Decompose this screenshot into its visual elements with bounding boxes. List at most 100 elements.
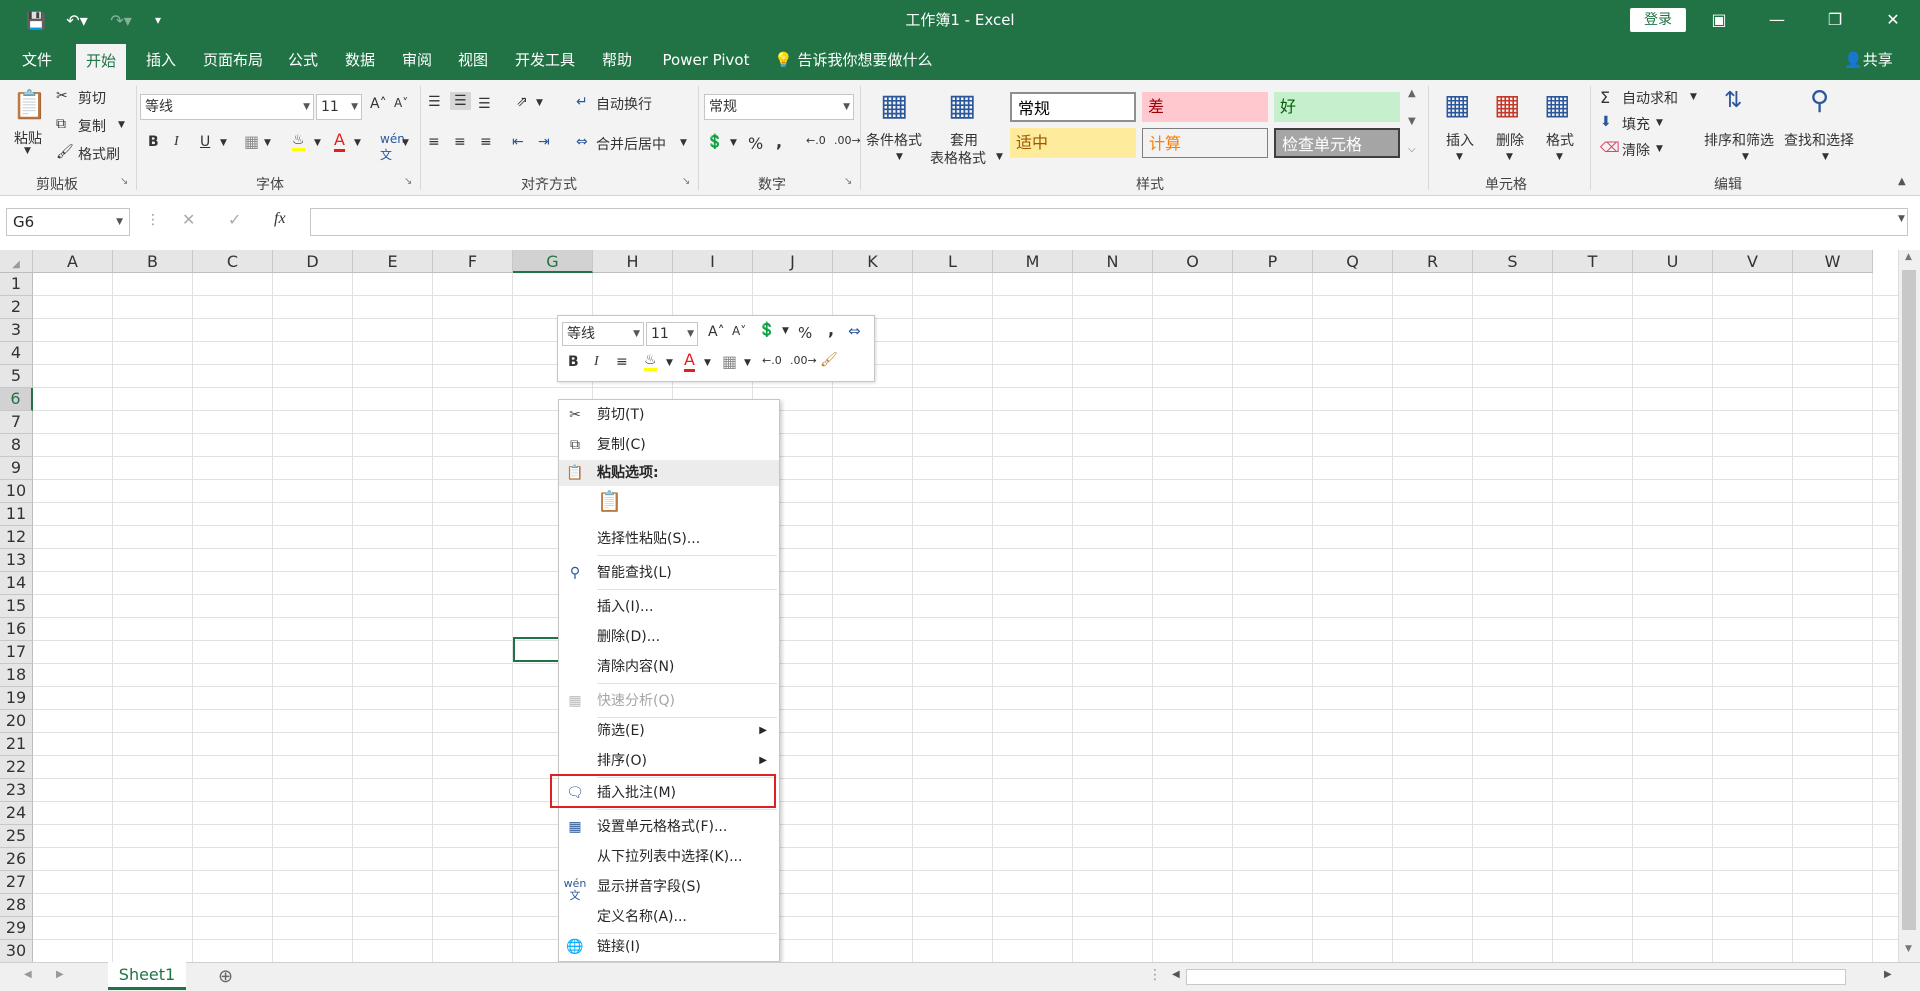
clipboard-launcher-icon[interactable]: ↘ — [120, 176, 128, 187]
ribbon-display-options-icon[interactable]: ▣ — [1696, 0, 1742, 40]
cell-style-check-cell[interactable]: 检查单元格 — [1274, 128, 1400, 158]
increase-font-icon[interactable]: A˄ — [708, 324, 725, 340]
menu-item-sort[interactable]: 排序(O) ▶ — [559, 748, 779, 774]
column-header-I[interactable]: I — [673, 250, 753, 273]
increase-indent-icon[interactable]: ⇥ — [538, 134, 550, 150]
scroll-thumb[interactable] — [1902, 270, 1916, 930]
format-painter-icon[interactable]: 🖌 — [820, 352, 838, 368]
cut-button[interactable]: 剪切 — [78, 88, 106, 108]
copy-button[interactable]: 复制 — [78, 116, 106, 136]
find-select-dropdown-icon[interactable]: ▼ — [1822, 152, 1829, 162]
paste-icon[interactable]: 📋 — [12, 88, 47, 121]
horizontal-scrollbar[interactable] — [1186, 969, 1846, 985]
font-color-dropdown-icon[interactable]: ▼ — [354, 138, 361, 148]
tab-view[interactable]: 视图 — [456, 40, 490, 80]
delete-cells-button[interactable]: 删除 — [1496, 130, 1524, 150]
increase-decimal-icon[interactable]: ←.0 — [806, 134, 826, 147]
format-cells-dropdown-icon[interactable]: ▼ — [1556, 152, 1563, 162]
row-header-16[interactable]: 16 — [0, 618, 33, 641]
tell-me-box[interactable]: 💡 告诉我你想要做什么 — [774, 40, 932, 80]
accounting-format-icon[interactable]: 💲 — [758, 322, 775, 338]
alignment-launcher-icon[interactable]: ↘ — [682, 176, 690, 187]
font-name-select[interactable]: 等线 ▼ — [140, 94, 314, 120]
font-color-icon[interactable]: A — [684, 350, 695, 372]
autosum-icon[interactable]: Σ — [1600, 88, 1610, 107]
conditional-dropdown-icon[interactable]: ▼ — [896, 152, 903, 162]
delete-cells-icon[interactable]: ▦ — [1494, 88, 1520, 121]
row-header-8[interactable]: 8 — [0, 434, 33, 457]
italic-icon[interactable]: I — [174, 134, 179, 150]
fill-icon[interactable]: ⬇ — [1600, 114, 1612, 130]
decrease-indent-icon[interactable]: ⇤ — [512, 134, 524, 150]
decrease-decimal-icon[interactable]: .00→ — [790, 354, 817, 367]
scroll-right-icon[interactable]: ▶ — [1884, 969, 1892, 980]
borders-icon[interactable]: ▦ — [244, 132, 259, 151]
phonetic-dropdown-icon[interactable]: ▼ — [402, 138, 409, 148]
column-header-T[interactable]: T — [1553, 250, 1633, 273]
column-header-N[interactable]: N — [1073, 250, 1153, 273]
find-select-button[interactable]: 查找和选择 — [1784, 130, 1854, 150]
row-header-18[interactable]: 18 — [0, 664, 33, 687]
cancel-icon[interactable]: ✕ — [182, 210, 195, 229]
merge-center-icon[interactable]: ⇔ — [576, 134, 588, 150]
italic-icon[interactable]: I — [594, 354, 599, 370]
select-all-corner[interactable]: ◢ — [0, 250, 33, 273]
column-header-H[interactable]: H — [593, 250, 673, 273]
tab-home[interactable]: 开始 — [76, 44, 127, 80]
row-header-20[interactable]: 20 — [0, 710, 33, 733]
insert-function-icon[interactable]: fx — [274, 210, 286, 228]
row-header-14[interactable]: 14 — [0, 572, 33, 595]
number-launcher-icon[interactable]: ↘ — [844, 176, 852, 187]
merge-center-button[interactable]: 合并后居中 — [596, 134, 666, 154]
row-header-9[interactable]: 9 — [0, 457, 33, 480]
clear-dropdown-icon[interactable]: ▼ — [1656, 144, 1663, 154]
tab-developer[interactable]: 开发工具 — [512, 40, 578, 80]
search-icon[interactable]: ⚲ — [1810, 86, 1829, 116]
restore-icon[interactable]: ❐ — [1812, 0, 1858, 40]
row-header-26[interactable]: 26 — [0, 848, 33, 871]
eraser-icon[interactable]: ⌫ — [1600, 140, 1620, 156]
accounting-format-icon[interactable]: 💲 — [706, 134, 723, 150]
row-header-27[interactable]: 27 — [0, 871, 33, 894]
menu-item-delete[interactable]: 删除(D)... — [559, 624, 779, 650]
tab-data[interactable]: 数据 — [343, 40, 377, 80]
collapse-ribbon-icon[interactable]: ▲ — [1898, 176, 1906, 187]
menu-item-clear-contents[interactable]: 清除内容(N) — [559, 654, 779, 680]
column-header-M[interactable]: M — [993, 250, 1073, 273]
row-header-12[interactable]: 12 — [0, 526, 33, 549]
column-header-B[interactable]: B — [113, 250, 193, 273]
row-header-22[interactable]: 22 — [0, 756, 33, 779]
menu-item-define-name[interactable]: 定义名称(A)... — [559, 904, 779, 930]
row-header-10[interactable]: 10 — [0, 480, 33, 503]
align-left-icon[interactable]: ≡ — [428, 134, 440, 150]
row-header-25[interactable]: 25 — [0, 825, 33, 848]
login-button[interactable]: 登录 — [1630, 8, 1686, 32]
tab-help[interactable]: 帮助 — [600, 40, 634, 80]
copy-icon[interactable]: ⧉ — [56, 116, 66, 132]
borders-icon[interactable]: ▦ — [722, 352, 737, 371]
column-header-F[interactable]: F — [433, 250, 513, 273]
orientation-dropdown-icon[interactable]: ▼ — [536, 98, 543, 108]
underline-dropdown-icon[interactable]: ▼ — [220, 138, 227, 148]
autosum-dropdown-icon[interactable]: ▼ — [1690, 92, 1697, 102]
delete-cells-dropdown-icon[interactable]: ▼ — [1506, 152, 1513, 162]
menu-item-paste[interactable]: 📋 — [559, 488, 779, 522]
column-header-R[interactable]: R — [1393, 250, 1473, 273]
mini-size-select[interactable]: 11 ▼ — [646, 322, 698, 346]
sort-filter-icon[interactable]: ⇅ — [1724, 88, 1742, 113]
comma-style-icon[interactable]: , — [776, 132, 782, 151]
merge-dropdown-icon[interactable]: ▼ — [680, 138, 687, 148]
column-header-K[interactable]: K — [833, 250, 913, 273]
clear-button[interactable]: 清除 — [1622, 140, 1650, 160]
number-format-select[interactable]: 常规 ▼ — [704, 94, 854, 120]
decrease-font-icon[interactable]: A˅ — [732, 324, 746, 338]
cell-style-neutral[interactable]: 适中 — [1010, 128, 1136, 158]
increase-font-icon[interactable]: A˄ — [370, 96, 387, 112]
mini-font-select[interactable]: 等线 ▼ — [562, 322, 644, 346]
cut-icon[interactable]: ✂ — [56, 88, 68, 104]
font-color-icon[interactable]: A — [334, 130, 345, 152]
row-header-1[interactable]: 1 — [0, 273, 33, 296]
font-color-dropdown-icon[interactable]: ▼ — [704, 358, 711, 368]
column-header-Q[interactable]: Q — [1313, 250, 1393, 273]
formula-input[interactable] — [310, 208, 1908, 236]
